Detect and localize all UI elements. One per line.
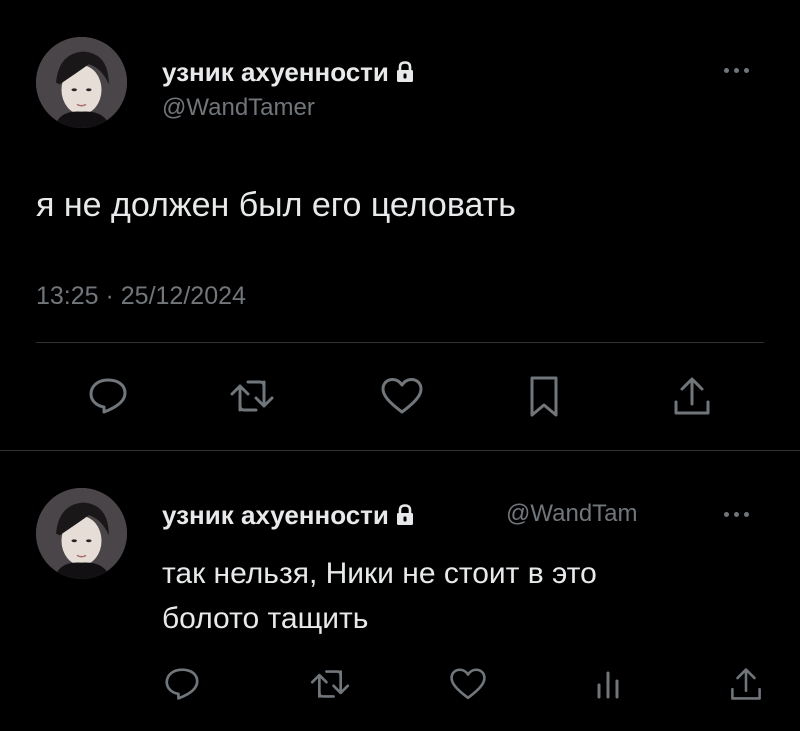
tweet-separator	[0, 450, 800, 451]
lock-icon	[396, 501, 414, 533]
lock-icon	[396, 58, 414, 90]
share-button[interactable]	[668, 374, 716, 418]
author-handle[interactable]: @WandTam	[506, 500, 638, 528]
avatar-image	[36, 488, 127, 579]
author-name[interactable]: узник ахуенности	[162, 56, 414, 90]
tweet-text-line-1: так нельзя, Ники не стоит в это	[162, 557, 597, 590]
author-handle[interactable]: @WandTamer	[162, 94, 315, 122]
author-name-text: узник ахуенности	[162, 57, 389, 87]
views-icon	[597, 671, 619, 699]
retweet-icon	[230, 380, 274, 412]
divider	[36, 342, 764, 343]
share-icon	[731, 668, 761, 700]
reply-icon	[165, 668, 199, 700]
reply-button[interactable]	[84, 374, 132, 418]
more-dots-icon[interactable]	[724, 68, 749, 73]
views-button[interactable]	[590, 666, 626, 702]
avatar[interactable]	[36, 37, 127, 128]
share-button[interactable]	[724, 664, 768, 704]
avatar[interactable]	[36, 488, 127, 579]
bookmark-icon	[530, 376, 558, 417]
like-button[interactable]	[378, 376, 426, 416]
reply-button[interactable]	[160, 664, 204, 704]
retweet-icon	[310, 670, 350, 698]
like-button[interactable]	[446, 666, 490, 702]
like-icon	[381, 378, 423, 414]
bookmark-button[interactable]	[524, 374, 564, 420]
author-name[interactable]: узник ахуенности	[162, 499, 414, 533]
like-icon	[450, 668, 486, 700]
retweet-button[interactable]	[308, 666, 352, 702]
tweet-text: я не должен был его целовать	[36, 186, 516, 224]
reply-icon	[89, 378, 127, 414]
avatar-image	[36, 37, 127, 128]
more-dots-icon[interactable]	[724, 512, 749, 517]
tweet-text-line-2: болото тащить	[162, 602, 369, 635]
author-name-text: узник ахуенности	[162, 500, 389, 530]
share-icon	[674, 377, 710, 415]
retweet-button[interactable]	[228, 376, 276, 416]
tweet-timestamp[interactable]: 13:25 · 25/12/2024	[36, 281, 246, 311]
